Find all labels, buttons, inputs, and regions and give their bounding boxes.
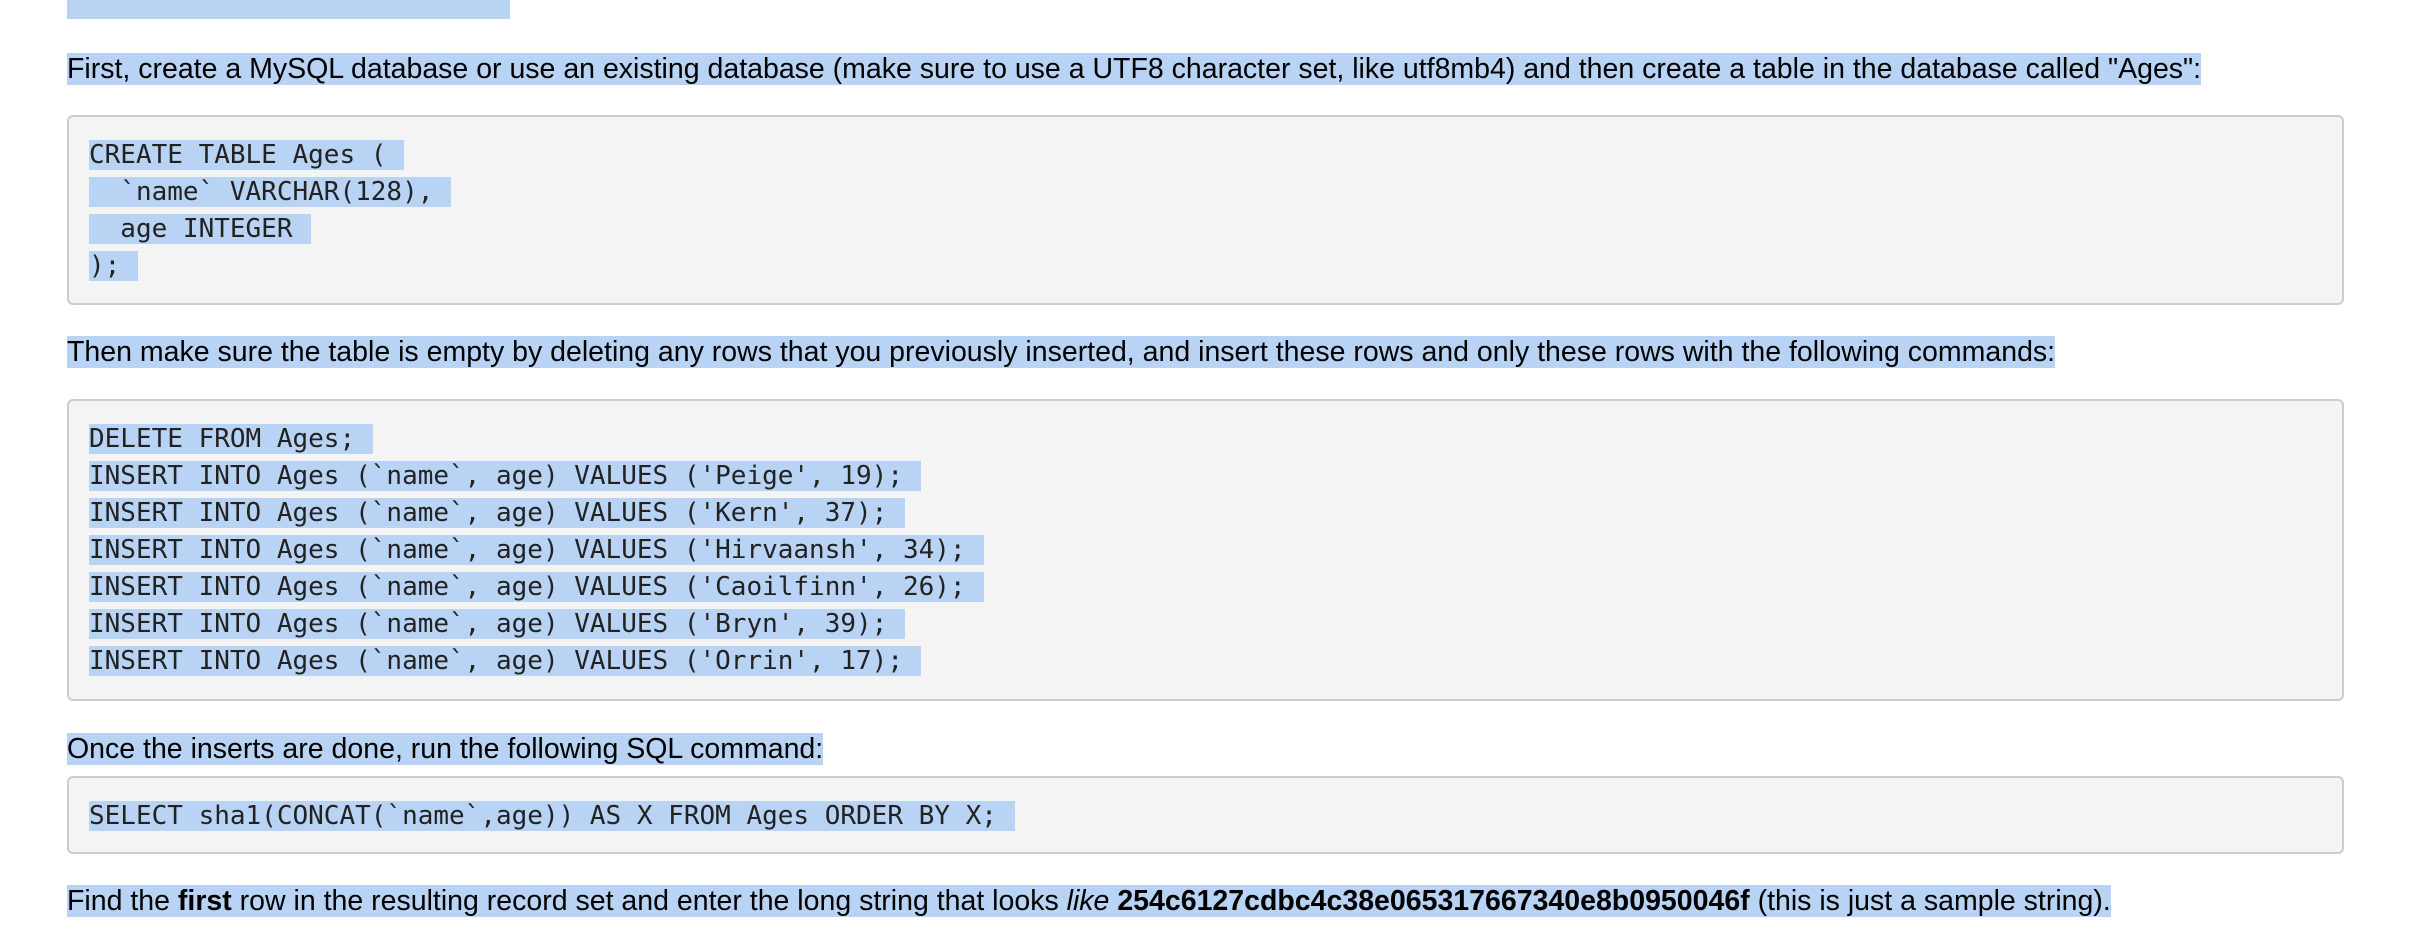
code-line: INSERT INTO Ages (`name`, age) VALUES ('… <box>89 495 2342 532</box>
code-line: INSERT INTO Ages (`name`, age) VALUES ('… <box>89 606 2342 643</box>
like-emphasis: like <box>1066 885 1110 917</box>
insert-rows-code: DELETE FROM Ages; INSERT INTO Ages (`name… <box>89 421 2342 680</box>
selection-highlight-top <box>67 0 510 19</box>
code-line: ); <box>89 248 2342 285</box>
code-line: INSERT INTO Ages (`name`, age) VALUES ('… <box>89 532 2342 569</box>
intro-text: First, create a MySQL database or use an… <box>67 53 2202 85</box>
code-line: age INTEGER <box>89 211 2342 248</box>
sample-hash: 254c6127cdbc4c38e065317667340e8b0950046f <box>1117 885 1750 917</box>
create-table-code: CREATE TABLE Ages ( `name` VARCHAR(128),… <box>89 137 2342 285</box>
result-instruction-paragraph: Find the first row in the resulting reco… <box>67 875 2111 928</box>
select-code-block: SELECT sha1(CONCAT(`name`,age)) AS X FRO… <box>67 776 2344 854</box>
select-code: SELECT sha1(CONCAT(`name`,age)) AS X FRO… <box>89 798 2342 835</box>
code-line: CREATE TABLE Ages ( <box>89 137 2342 174</box>
result-instruction-text: Find the first row in the resulting reco… <box>67 885 2111 917</box>
run-command-paragraph: Once the inserts are done, run the follo… <box>67 723 824 776</box>
intro-paragraph: First, create a MySQL database or use an… <box>67 43 2202 96</box>
code-line: INSERT INTO Ages (`name`, age) VALUES ('… <box>89 569 2342 606</box>
code-line: INSERT INTO Ages (`name`, age) VALUES ('… <box>89 458 2342 495</box>
code-line: SELECT sha1(CONCAT(`name`,age)) AS X FRO… <box>89 798 2342 835</box>
delete-insert-paragraph: Then make sure the table is empty by del… <box>67 326 2056 379</box>
code-line: INSERT INTO Ages (`name`, age) VALUES ('… <box>89 643 2342 680</box>
delete-insert-text: Then make sure the table is empty by del… <box>67 336 2056 368</box>
run-command-text: Once the inserts are done, run the follo… <box>67 733 824 765</box>
code-line: DELETE FROM Ages; <box>89 421 2342 458</box>
insert-rows-code-block: DELETE FROM Ages; INSERT INTO Ages (`name… <box>67 399 2344 701</box>
code-line: `name` VARCHAR(128), <box>89 174 2342 211</box>
create-table-code-block: CREATE TABLE Ages ( `name` VARCHAR(128),… <box>67 115 2344 305</box>
first-emphasis: first <box>177 885 232 917</box>
